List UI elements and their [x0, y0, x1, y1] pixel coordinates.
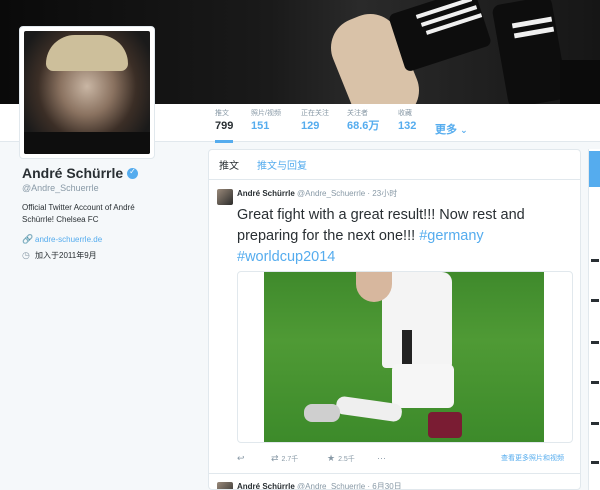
reply-icon: ↩: [237, 453, 245, 463]
hashtag-link[interactable]: #germany: [419, 228, 483, 244]
nav-stat-value: 151: [251, 120, 270, 132]
tweet-author-handle[interactable]: @Andre_Schuerrle: [297, 482, 365, 489]
nav-stat-label: 照片/视频: [251, 110, 281, 117]
more-icon: ···: [377, 453, 386, 463]
nav-stat-photos[interactable]: 照片/视频 151: [251, 109, 281, 133]
nav-stat-value: 68.6万: [347, 120, 380, 132]
profile-name[interactable]: André Schürrle: [22, 165, 123, 181]
nav-stat-value: 132: [398, 120, 417, 132]
tweet-text: Great fight with a great result!!! Now r…: [237, 205, 567, 268]
nav-stat-favorites[interactable]: 收藏 132: [398, 109, 416, 133]
follow-button[interactable]: [589, 151, 600, 187]
profile-bio: Official Twitter Account of André Schürr…: [22, 203, 135, 224]
nav-stat-label: 正在关注: [301, 110, 329, 117]
profile-website-link[interactable]: andre-schuerrle.de: [35, 235, 102, 244]
nav-stat-value: 799: [215, 120, 234, 132]
tweet-actions: ↩ ⇄ 2.7千 ★ 2.5千 ··· 查看更多照片和视频: [237, 453, 577, 467]
timeline-tabs: 推文 推文与回复: [209, 150, 580, 180]
tweet-timestamp[interactable]: · 6月30日: [367, 482, 401, 489]
timeline: 推文 推文与回复 André Schürrle @Andre_Schuerrle…: [208, 149, 581, 490]
retweet-count: 2.7千: [281, 455, 299, 463]
nav-stat-followers[interactable]: 关注者 68.6万: [347, 109, 379, 133]
nav-stat-label: 关注者: [347, 110, 368, 117]
verified-badge-icon: [127, 167, 139, 179]
profile-card: André Schürrle @Andre_Schuerrle Official…: [22, 165, 202, 261]
retweet-icon: ⇄: [271, 453, 279, 463]
tweet-timestamp[interactable]: · 23小时: [367, 189, 397, 198]
tweet-avatar[interactable]: [217, 189, 233, 205]
favorite-count: 2.5千: [338, 455, 355, 463]
favorite-button[interactable]: ★ 2.5千: [327, 453, 355, 464]
tab-tweets[interactable]: 推文: [219, 157, 239, 172]
nav-stat-following[interactable]: 正在关注 129: [301, 109, 329, 133]
calendar-icon: ◷: [22, 250, 30, 260]
tweet-author-name[interactable]: André Schürrle: [237, 482, 295, 489]
retweet-button[interactable]: ⇄ 2.7千: [271, 453, 298, 464]
chevron-down-icon: ⌄: [460, 125, 468, 135]
hashtag-link[interactable]: #worldcup2014: [237, 249, 335, 265]
tweet-header: André Schürrle @Andre_Schuerrle · 6月30日: [237, 481, 402, 489]
tweet[interactable]: André Schürrle @Andre_Schuerrle · 6月30日: [209, 473, 580, 489]
profile-joined-date: 加入于2011年9月: [35, 251, 97, 260]
right-sidebar: [588, 149, 600, 490]
favorite-icon: ★: [327, 453, 336, 463]
tweet-photo[interactable]: [237, 271, 573, 443]
view-more-media-link[interactable]: 查看更多照片和视频: [501, 453, 564, 463]
more-actions-button[interactable]: ···: [377, 453, 386, 463]
nav-stat-tweets[interactable]: 推文 799: [215, 109, 234, 143]
reply-button[interactable]: ↩: [237, 453, 245, 464]
more-label: 更多: [435, 124, 457, 136]
nav-stat-value: 129: [301, 120, 320, 132]
tab-tweets-and-replies[interactable]: 推文与回复: [257, 157, 307, 172]
tweet-author-handle[interactable]: @Andre_Schuerrle: [297, 189, 365, 198]
link-icon: 🔗: [22, 234, 34, 244]
nav-stat-label: 收藏: [398, 110, 412, 117]
more-menu-button[interactable]: 更多 ⌄: [435, 121, 468, 137]
nav-stat-label: 推文: [215, 110, 229, 117]
profile-handle[interactable]: @Andre_Schuerrle: [22, 183, 202, 193]
tweet-avatar[interactable]: [217, 482, 233, 489]
avatar-photo: [24, 31, 150, 154]
tweet-header: André Schürrle @Andre_Schuerrle · 23小时: [237, 188, 397, 199]
profile-avatar[interactable]: [19, 26, 155, 159]
tweet-author-name[interactable]: André Schürrle: [237, 189, 295, 198]
